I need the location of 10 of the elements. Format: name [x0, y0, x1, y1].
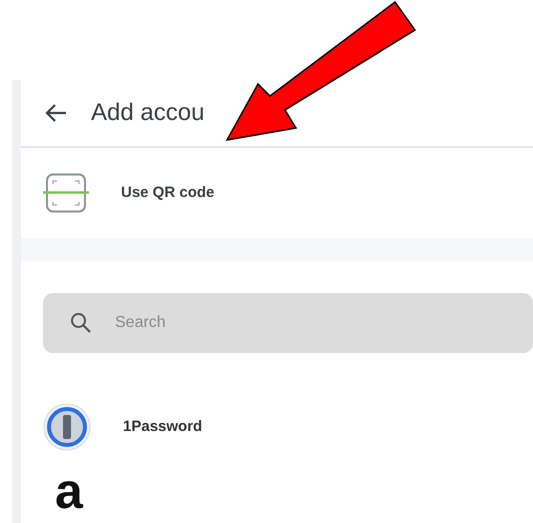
account-item[interactable]: 1Password [21, 395, 533, 459]
search-icon [69, 310, 93, 335]
logo-letter: a [55, 466, 83, 516]
key-logo-icon [43, 403, 91, 451]
qr-scan-icon [43, 173, 89, 214]
account-item[interactable]: a [21, 459, 533, 523]
search-field[interactable]: Search [43, 292, 533, 353]
qr-code-option[interactable]: Use QR code [21, 148, 533, 238]
screen-title: Add accou [91, 98, 204, 128]
search-input[interactable]: Search [113, 310, 413, 336]
